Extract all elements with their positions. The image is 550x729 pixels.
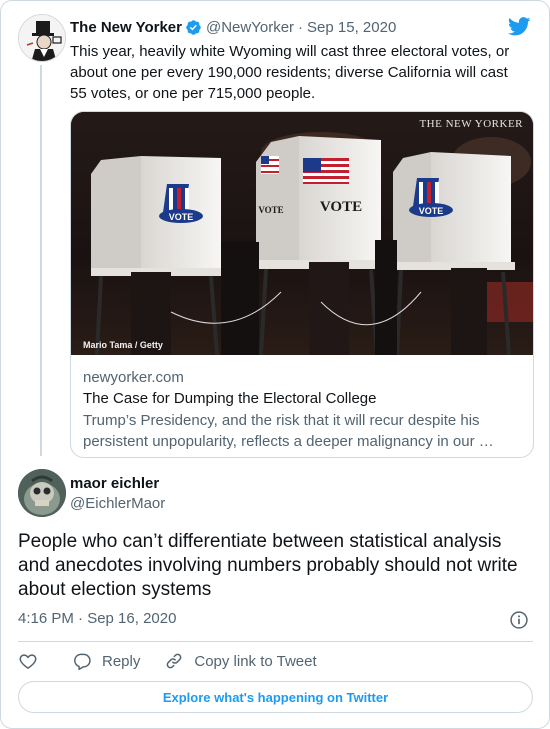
link-description-line-1: Trump’s Presidency, and the risk that it… bbox=[83, 412, 480, 429]
reply-bubble-icon bbox=[74, 653, 91, 671]
new-yorker-avatar[interactable] bbox=[18, 14, 66, 62]
link-description-line-2: persistent unpopularity, reflects a deep… bbox=[83, 433, 494, 450]
author-handle[interactable]: @EichlerMaor bbox=[70, 495, 165, 512]
copy-link-label: Copy link to Tweet bbox=[194, 652, 317, 670]
booth-sign-4: VOTE bbox=[419, 206, 444, 216]
author-display-name[interactable]: The New Yorker bbox=[70, 19, 182, 36]
copy-link-button[interactable]: Copy link to Tweet bbox=[164, 651, 317, 671]
verified-badge-icon bbox=[185, 19, 202, 36]
link-card-meta: newyorker.com The Case for Dumping the E… bbox=[83, 368, 523, 452]
booth-sign-2: VOTE bbox=[320, 199, 362, 215]
link-icon bbox=[167, 653, 182, 669]
parent-tweet-header: The New Yorker @NewYorker · Sep 15, 2020 bbox=[70, 17, 396, 37]
article-image-voting-booths: VOTE VOTE VOTE VOTE THE NEW YORKER Mario… bbox=[71, 112, 533, 355]
maor-eichler-avatar[interactable] bbox=[18, 469, 66, 517]
parent-tweet-text: This year, heavily white Wyoming will ca… bbox=[70, 43, 510, 102]
link-title: The Case for Dumping the Electoral Colle… bbox=[83, 390, 377, 407]
link-description: Trump’s Presidency, and the risk that it… bbox=[83, 410, 523, 452]
divider bbox=[18, 641, 533, 642]
header-separator: · bbox=[298, 18, 304, 36]
info-icon[interactable] bbox=[509, 610, 529, 630]
explore-twitter-button[interactable]: Explore what's happening on Twitter bbox=[18, 681, 533, 713]
link-domain: newyorker.com bbox=[83, 369, 184, 386]
tweet-text: People who can’t differentiate between s… bbox=[18, 531, 518, 600]
tweet-embed-card: The New Yorker @NewYorker · Sep 15, 2020… bbox=[0, 0, 550, 729]
tweet-timestamp[interactable]: 4:16 PM · Sep 16, 2020 bbox=[18, 610, 176, 627]
publication-watermark: THE NEW YORKER bbox=[419, 118, 523, 130]
tweet-actions: Reply Copy link to Tweet bbox=[18, 649, 317, 673]
reply-label: Reply bbox=[102, 652, 141, 670]
thread-connector-line bbox=[40, 65, 42, 456]
like-button[interactable] bbox=[18, 651, 38, 671]
booth-sign-3: VOTE bbox=[258, 205, 283, 215]
photo-credit: Mario Tama / Getty bbox=[83, 340, 163, 350]
heart-icon bbox=[19, 654, 37, 669]
author-handle[interactable]: @NewYorker bbox=[206, 19, 294, 36]
author-display-name[interactable]: maor eichler bbox=[70, 475, 159, 492]
reply-button[interactable]: Reply bbox=[72, 651, 140, 671]
booth-sign-1: VOTE bbox=[169, 212, 194, 222]
article-link-card[interactable]: VOTE VOTE VOTE VOTE THE NEW YORKER Mario… bbox=[70, 111, 534, 458]
twitter-bird-icon[interactable] bbox=[507, 17, 531, 36]
parent-tweet[interactable]: The New Yorker @NewYorker · Sep 15, 2020… bbox=[1, 1, 549, 471]
tweet-date[interactable]: Sep 15, 2020 bbox=[307, 19, 396, 36]
